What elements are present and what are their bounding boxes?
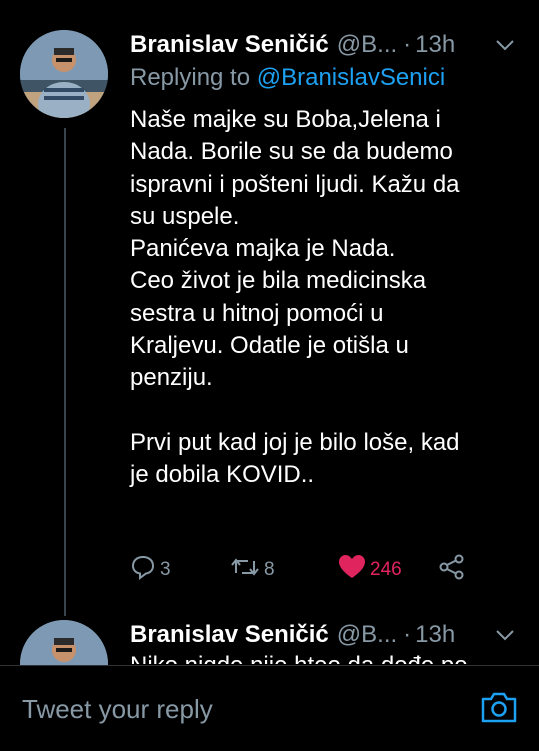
retweet-icon	[230, 555, 264, 585]
tweet-text-line: Niko nigde nije htео da dođe po	[130, 650, 525, 664]
retweet-button[interactable]: 8	[230, 552, 275, 588]
tweet-text: Niko nigde nije htео da dođe po	[130, 650, 525, 664]
separator-dot: ·	[403, 621, 412, 648]
author-handle[interactable]: @B...	[337, 31, 397, 59]
share-button[interactable]	[438, 552, 470, 588]
like-count: 246	[370, 559, 402, 580]
like-button[interactable]: 246	[338, 552, 402, 588]
replying-to-mention[interactable]: @BranislavSenici	[257, 64, 445, 91]
tweet-text-line: je dobila KOVID..	[130, 460, 315, 488]
retweet-count: 8	[264, 559, 275, 580]
tweet-header: Branislav Seničić @B... · 13h	[130, 28, 521, 62]
replying-to-line: Replying to @BranislavSenici	[130, 64, 445, 92]
tweet-text-line	[130, 395, 525, 427]
tweet-text-line: su uspele.	[130, 202, 240, 230]
replying-to-label: Replying to	[130, 64, 251, 91]
tweet-actions: 3 8 246	[130, 552, 490, 588]
thread-connector-line	[64, 128, 66, 616]
avatar[interactable]	[20, 30, 108, 118]
tweet-text-line: Nada. Borile su se da budemo	[130, 138, 453, 166]
reply-input[interactable]: Tweet your reply	[22, 694, 213, 725]
heart-icon	[338, 554, 370, 586]
tweet-text-line: penziju.	[130, 364, 213, 392]
share-icon	[438, 554, 470, 586]
tweet-text-line: Panićeva majka je Nada.	[130, 235, 396, 263]
reply-button[interactable]: 3	[130, 552, 171, 588]
timestamp[interactable]: 13h	[415, 621, 455, 649]
reply-composer: Tweet your reply	[0, 665, 539, 751]
avatar-photo	[20, 30, 108, 118]
tweet-text-line: Kraljevu. Odatle je otišla u	[130, 332, 409, 360]
tweet-text-line: ispravni i pošteni ljudi. Kažu da	[130, 170, 460, 198]
camera-icon[interactable]	[480, 690, 518, 724]
tweet-text-line: Prvi put kad joj je bilo loše, kad	[130, 428, 460, 456]
author-name[interactable]: Branislav Seničić	[130, 31, 329, 59]
reply-icon	[130, 554, 160, 586]
separator-dot: ·	[403, 31, 412, 58]
chevron-down-icon[interactable]	[495, 31, 515, 59]
timestamp[interactable]: 13h	[415, 31, 455, 59]
tweet-header: Branislav Seničić @B... · 13h	[130, 618, 521, 652]
tweet-text-line: sestra u hitnoj pomoći u	[130, 299, 384, 327]
reply-count: 3	[160, 559, 171, 580]
tweet-text-line: Naše majke su Boba,Jelena i	[130, 106, 441, 133]
author-name[interactable]: Branislav Seničić	[130, 621, 329, 649]
tweet-text-line: Ceo život je bila medicinska	[130, 267, 427, 295]
chevron-down-icon[interactable]	[495, 621, 515, 649]
author-handle[interactable]: @B...	[337, 621, 397, 649]
tweet-text: Naše majke su Boba,Jelena i Nada. Borile…	[130, 104, 525, 491]
